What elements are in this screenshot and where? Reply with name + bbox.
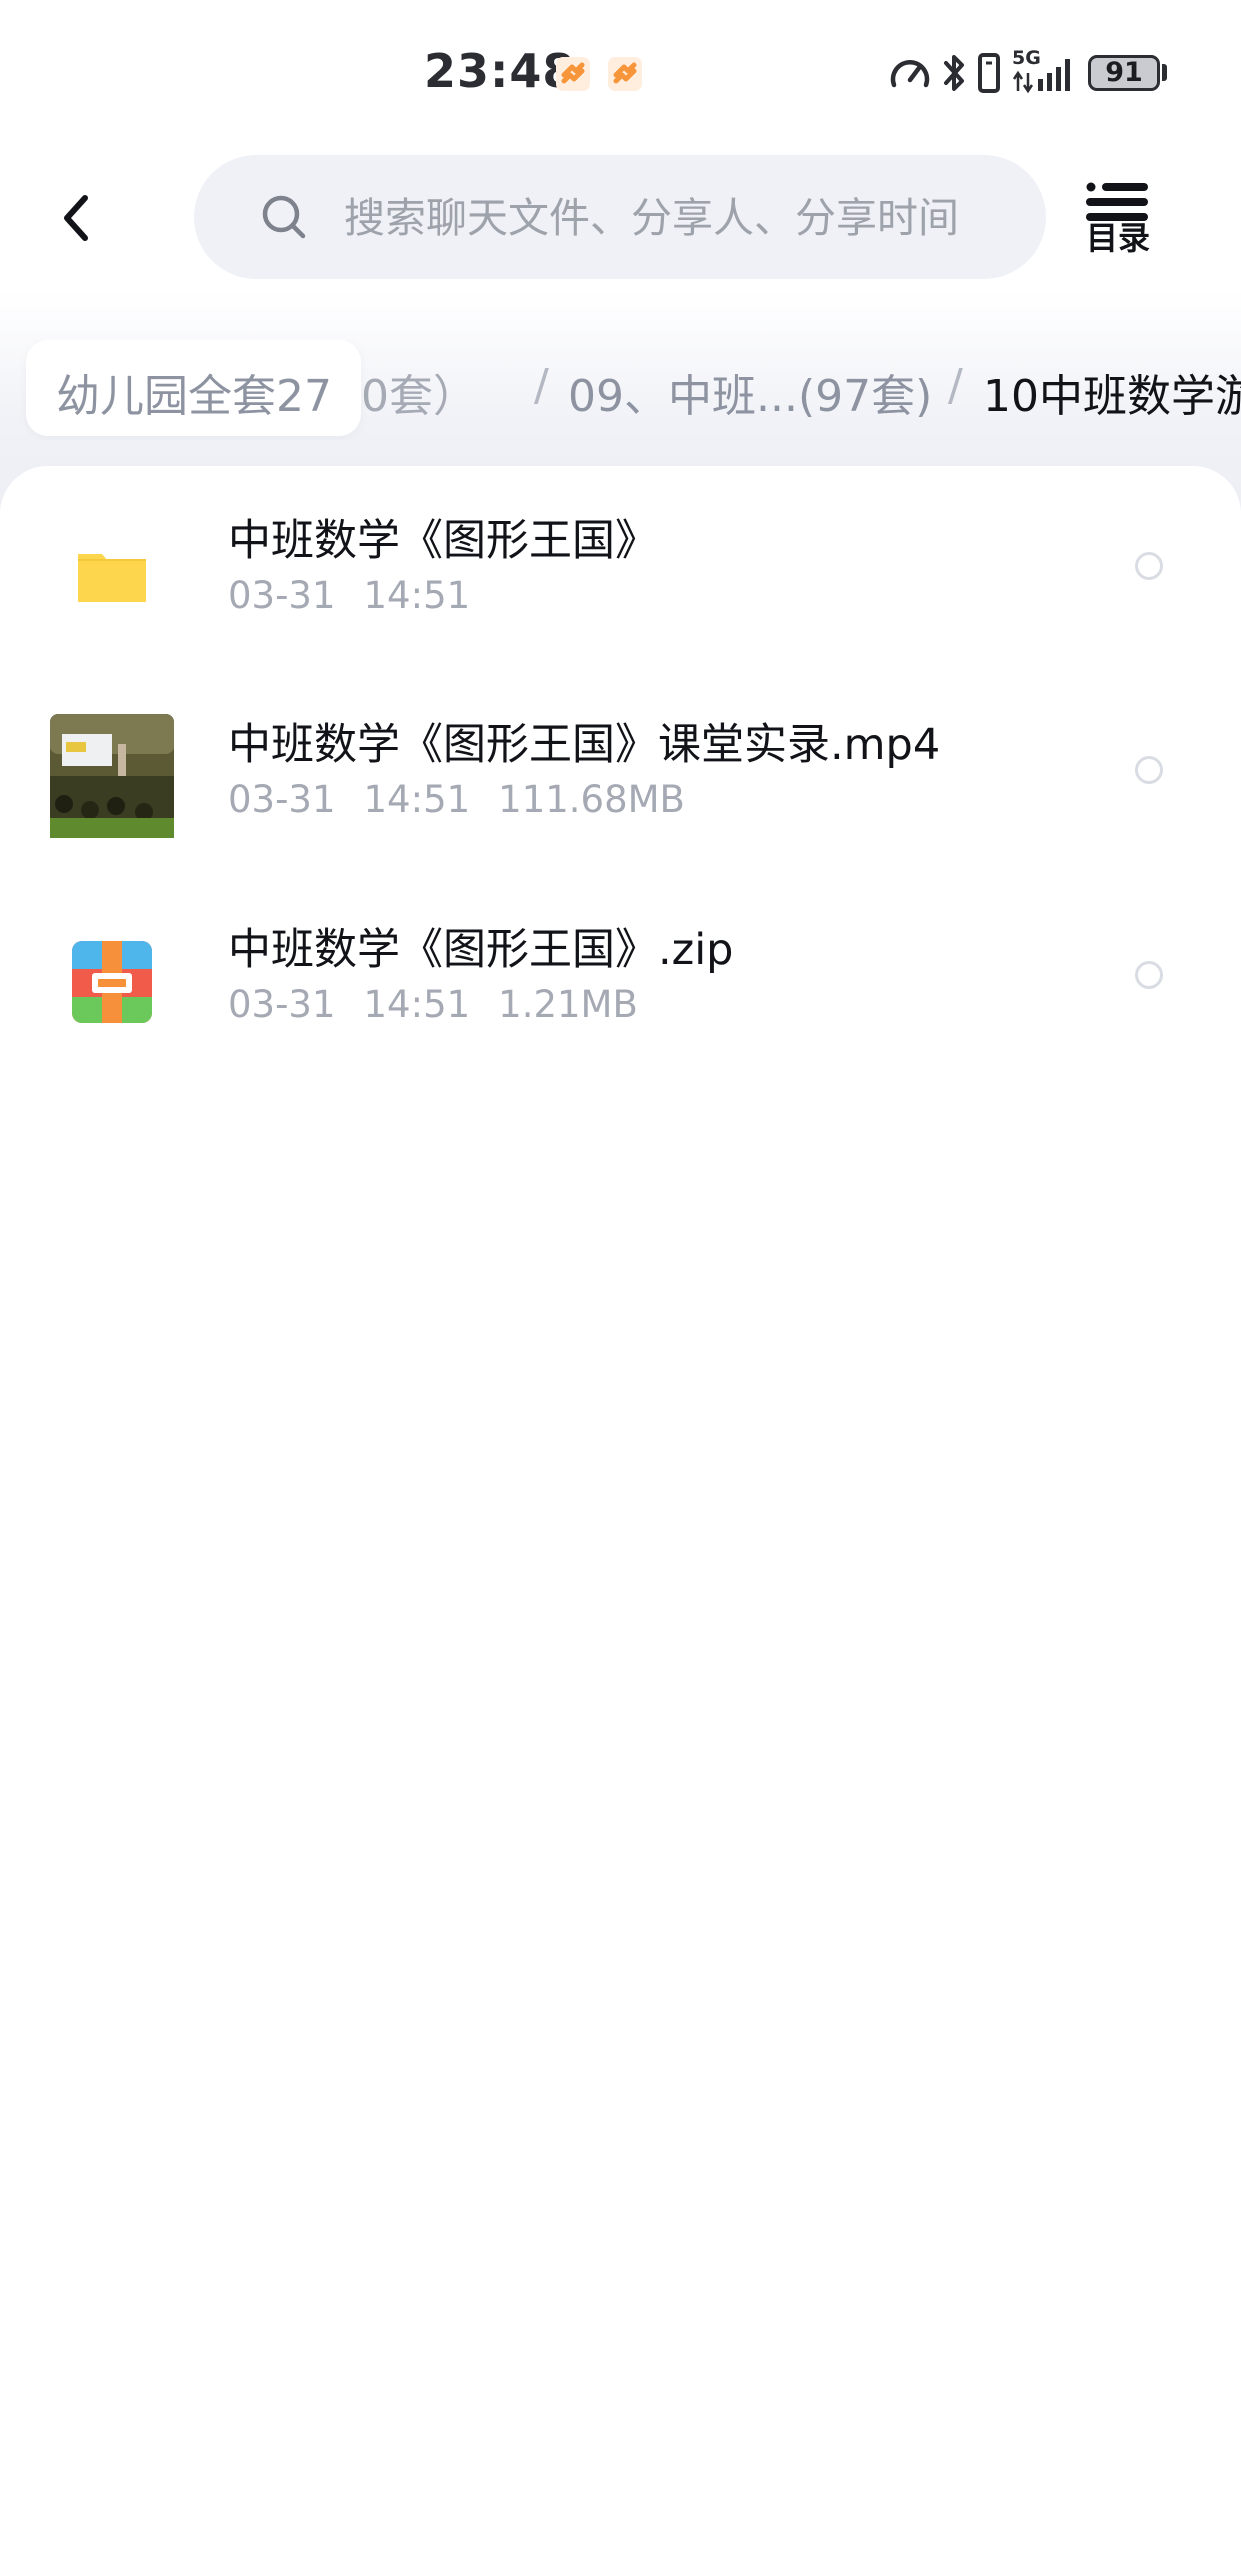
system-icons: 5G	[888, 47, 1080, 96]
file-size: 111.68MB	[498, 778, 685, 821]
breadcrumb-item-current: 10中班数学游	[983, 371, 1241, 422]
file-date: 03-31	[228, 983, 336, 1026]
list-item[interactable]: 中班数学《图形王国》.zip 03-31 14:51 1.21MB	[0, 875, 1241, 1079]
file-list: 中班数学《图形王国》 03-31 14:51 中班数学《图形王国》课堂实录.mp4…	[0, 466, 1241, 2560]
breadcrumb: 幼儿园全套27 0套） / 09、中班...(97套) / 10中班数学游	[0, 340, 1241, 440]
breadcrumb-item-root[interactable]: 幼儿园全套27	[26, 340, 361, 436]
breadcrumb-separator: /	[534, 360, 549, 411]
breadcrumb-item-parent[interactable]: 09、中班...(97套)	[568, 360, 932, 424]
file-name: 中班数学《图形王国》.zip	[228, 925, 734, 975]
file-meta: 03-31 14:51	[228, 574, 498, 617]
back-button[interactable]	[46, 180, 106, 256]
file-name: 中班数学《图形王国》课堂实录.mp4	[228, 720, 941, 770]
catalog-label: 目录	[1085, 219, 1150, 257]
folder-icon	[50, 510, 174, 634]
search-icon	[262, 195, 306, 239]
file-date: 03-31	[228, 778, 336, 821]
status-bar: 23:48 5G 91	[0, 0, 1241, 140]
search-input[interactable]	[342, 185, 1026, 251]
speed-icon	[890, 60, 930, 88]
status-time: 23:48	[424, 44, 576, 98]
file-size: 1.21MB	[498, 983, 638, 1026]
breadcrumb-separator: /	[948, 360, 963, 411]
battery-level: 91	[1105, 57, 1143, 88]
catalog-button[interactable]: 目录	[1082, 182, 1154, 257]
battery-tip	[1162, 64, 1167, 81]
file-time: 14:51	[363, 574, 471, 617]
vibrate-icon	[978, 53, 1000, 93]
bluetooth-icon	[944, 55, 964, 91]
select-radio[interactable]	[1135, 756, 1163, 784]
list-icon	[1086, 182, 1148, 221]
breadcrumb-label: 幼儿园全套27	[56, 371, 332, 422]
battery-icon: 91	[1088, 55, 1160, 91]
file-meta: 03-31 14:51 111.68MB	[228, 778, 713, 821]
file-name: 中班数学《图形王国》	[228, 516, 658, 566]
breadcrumb-item-collapsed[interactable]: 0套）	[361, 360, 477, 424]
notification-icon	[556, 57, 590, 91]
notification-icon	[608, 57, 642, 91]
list-item[interactable]: 中班数学《图形王国》 03-31 14:51	[0, 466, 1241, 670]
search-bar[interactable]	[194, 155, 1046, 279]
file-date: 03-31	[228, 574, 336, 617]
file-time: 14:51	[363, 778, 471, 821]
video-thumbnail	[50, 714, 174, 838]
select-radio[interactable]	[1135, 961, 1163, 989]
list-item[interactable]: 中班数学《图形王国》课堂实录.mp4 03-31 14:51 111.68MB	[0, 670, 1241, 874]
signal-icon: 5G	[1012, 47, 1080, 95]
file-meta: 03-31 14:51 1.21MB	[228, 983, 666, 1026]
chevron-left-icon	[64, 195, 88, 241]
select-radio[interactable]	[1135, 552, 1163, 580]
file-time: 14:51	[363, 983, 471, 1026]
zip-icon	[50, 919, 174, 1043]
